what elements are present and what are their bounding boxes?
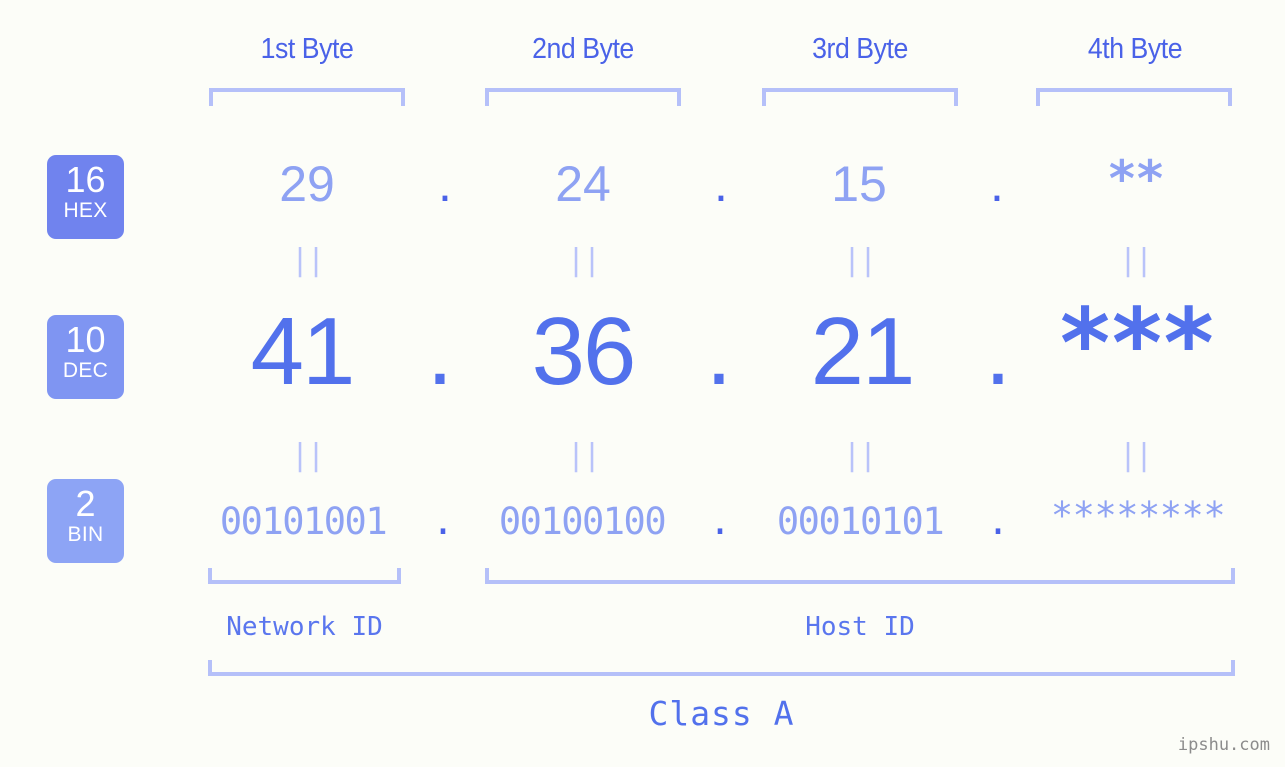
dec-separator-2: . [705,298,733,405]
base-badge-dec-name: DEC [62,359,109,382]
watermark: ipshu.com [1177,735,1270,755]
dec-byte-1: 41 [250,298,356,405]
hex-byte-1: 29 [279,156,335,212]
dec-byte-3: 21 [810,298,916,405]
byte-header-2: 2nd Byte [532,33,634,65]
equality-mark-dec-bin-1: || [290,438,325,473]
byte-header-1: 1st Byte [260,33,354,65]
base-badge-bin-number: 2 [75,483,96,524]
base-badge-bin: 2 BIN [47,479,124,563]
hex-byte-4: ** [1106,150,1165,208]
equality-mark-dec-bin-4: || [1118,438,1153,473]
byte-bracket-2 [485,88,681,106]
byte-header-4: 4th Byte [1087,33,1183,65]
bin-byte-4: ******** [1050,494,1226,537]
class-label: Class A [648,694,795,733]
dec-separator-1: . [426,298,454,405]
byte-header-3: 3rd Byte [812,33,908,65]
host-id-bracket [485,568,1235,584]
equality-mark-hex-dec-2: || [566,243,601,278]
hex-separator-2: . [714,156,728,212]
bin-separator-3: . [986,500,1010,543]
base-badge-hex-number: 16 [65,159,106,200]
bin-byte-2: 00100100 [498,500,667,543]
network-id-bracket [208,568,401,584]
class-bracket [208,660,1235,676]
equality-mark-dec-bin-2: || [566,438,601,473]
hex-byte-3: 15 [831,156,887,212]
bin-separator-1: . [431,500,455,543]
byte-bracket-4 [1036,88,1232,106]
dec-byte-2: 36 [531,298,637,405]
equality-mark-hex-dec-1: || [290,243,325,278]
byte-bracket-3 [762,88,958,106]
hex-separator-3: . [990,156,1004,212]
bin-byte-1: 00101001 [219,500,388,543]
equality-mark-hex-dec-4: || [1118,243,1153,278]
base-badge-dec-number: 10 [65,319,106,360]
network-id-label: Network ID [226,612,383,642]
byte-bracket-1 [209,88,405,106]
hex-separator-1: . [438,156,452,212]
base-badge-bin-name: BIN [67,523,104,546]
base-badge-dec: 10 DEC [47,315,124,399]
base-badge-hex-name: HEX [63,199,108,222]
base-badge-hex: 16 HEX [47,155,124,239]
bin-byte-3: 00010101 [776,500,945,543]
dec-byte-4: *** [1056,288,1217,400]
equality-mark-dec-bin-3: || [842,438,877,473]
hex-byte-2: 24 [555,156,611,212]
ip-byte-diagram: 1st Byte 2nd Byte 3rd Byte 4th Byte 16 H… [0,0,1285,767]
bin-separator-2: . [708,500,732,543]
equality-mark-hex-dec-3: || [842,243,877,278]
host-id-label: Host ID [805,612,915,642]
